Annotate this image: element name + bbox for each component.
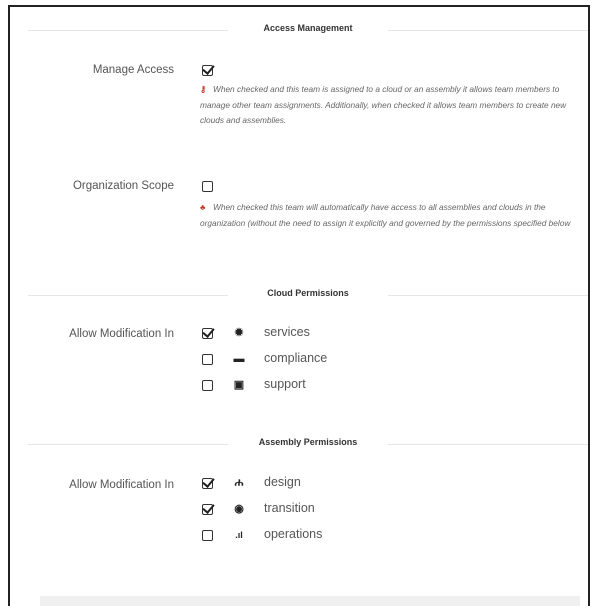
- support-label: support: [264, 377, 306, 391]
- permissions-panel: Access Management Manage Access ⚷ When ch…: [8, 5, 590, 606]
- assembly-allow-modification-label: Allow Modification In: [69, 479, 174, 491]
- gear-icon: ✹: [234, 327, 244, 339]
- organization-scope-help: ♣ When checked this team will automatical…: [200, 202, 571, 228]
- section-title: Cloud Permissions: [267, 288, 349, 298]
- medkit-icon: ▣: [233, 379, 245, 391]
- organization-scope-checkbox[interactable]: [202, 181, 213, 192]
- signal-icon: .ıl: [235, 530, 243, 540]
- operations-label: operations: [264, 527, 323, 541]
- key-icon: ⚷: [200, 84, 207, 94]
- transition-label: transition: [264, 501, 315, 515]
- sitemap-icon: ሐ: [234, 477, 244, 489]
- manage-access-label: Manage Access: [92, 64, 174, 76]
- design-label: design: [264, 475, 301, 489]
- manage-access-checkbox[interactable]: [202, 65, 213, 76]
- transition-checkbox[interactable]: [202, 504, 213, 515]
- services-checkbox[interactable]: [202, 328, 213, 339]
- section-title: Access Management: [263, 23, 353, 33]
- compliance-label: compliance: [264, 351, 328, 365]
- cloud-permissions-header: Cloud Permissions: [28, 288, 588, 302]
- operations-checkbox[interactable]: [202, 530, 213, 541]
- compliance-checkbox[interactable]: [202, 354, 213, 365]
- access-management-header: Access Management: [28, 23, 588, 37]
- design-checkbox[interactable]: [202, 478, 213, 489]
- services-label: services: [264, 325, 310, 339]
- manage-access-help: ⚷ When checked and this team is assigned …: [200, 84, 567, 125]
- footer-bar: [40, 596, 580, 606]
- assembly-permissions-header: Assembly Permissions: [28, 437, 588, 451]
- organization-scope-label: Organization Scope: [72, 180, 174, 192]
- support-checkbox[interactable]: [202, 380, 213, 391]
- dot-circle-icon: ◉: [234, 503, 244, 515]
- briefcase-icon: ▬: [233, 353, 245, 365]
- sitemap-icon: ♣: [200, 202, 206, 212]
- cloud-allow-modification-label: Allow Modification In: [69, 328, 174, 340]
- section-title: Assembly Permissions: [258, 437, 358, 447]
